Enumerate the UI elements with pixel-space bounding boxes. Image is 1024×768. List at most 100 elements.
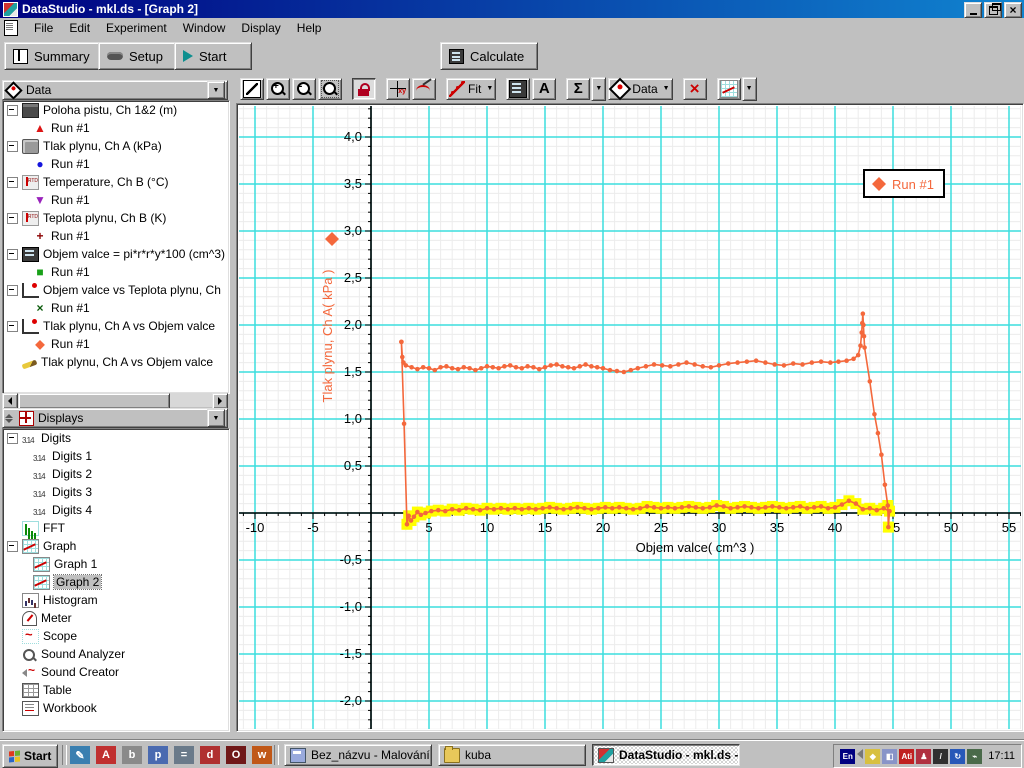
tree-item[interactable]: Objem valce = pi*r*r*y*100 (cm^3) [3, 245, 229, 263]
acrobat-icon[interactable]: A [96, 746, 116, 764]
tree-item[interactable]: Tlak plynu, Ch A (kPa) [3, 137, 229, 155]
tree-item[interactable]: Histogram [3, 591, 229, 609]
tree-item[interactable]: Digits 1 [3, 447, 229, 465]
delete-button[interactable]: × [683, 78, 707, 100]
zoom-in-button[interactable]: + [266, 78, 290, 100]
start-button[interactable]: Start [174, 42, 252, 70]
volume-icon[interactable] [857, 749, 863, 759]
tree-item[interactable]: Objem valce vs Teplota plynu, Ch [3, 281, 229, 299]
tree-item[interactable]: +Run #1 [3, 227, 229, 245]
tree-item[interactable]: Sound Creator [3, 663, 229, 681]
statistics-button-dropdown[interactable]: ▼ [591, 77, 606, 101]
graph-settings-button-dropdown[interactable]: ▼ [742, 77, 757, 101]
scale-to-fit-button[interactable] [240, 78, 264, 100]
tree-item[interactable]: Sound Analyzer [3, 645, 229, 663]
modem-icon[interactable]: ⌁ [967, 749, 982, 764]
task-button[interactable]: Bez_názvu - Malování [284, 744, 432, 766]
menu-window[interactable]: Window [175, 19, 234, 37]
update-icon[interactable]: ↻ [950, 749, 965, 764]
minimize-button[interactable] [964, 2, 982, 18]
dragon-icon[interactable]: d [200, 746, 220, 764]
collapse-toggle[interactable] [7, 249, 18, 260]
start-menu-button[interactable]: Start [2, 744, 58, 768]
slope-tool-button[interactable] [412, 78, 436, 100]
tree-item[interactable]: Temperature, Ch B (°C) [3, 173, 229, 191]
scroll-left-button[interactable] [2, 393, 18, 409]
scroll-right-button[interactable] [212, 393, 228, 409]
menu-experiment[interactable]: Experiment [98, 19, 175, 37]
graph-settings-button[interactable] [717, 78, 741, 100]
document-icon[interactable] [4, 20, 18, 36]
task-button[interactable]: DataStudio - mkl.ds - ... [592, 744, 740, 766]
drive-clock-icon[interactable]: ◧ [882, 749, 897, 764]
tree-item[interactable]: Poloha pistu, Ch 1&2 (m) [3, 101, 229, 119]
tree-item[interactable]: Graph [3, 537, 229, 555]
text-annotation-button[interactable]: A [532, 78, 556, 100]
menu-help[interactable]: Help [289, 19, 330, 37]
collapse-toggle[interactable] [7, 105, 18, 116]
collapse-toggle[interactable] [7, 433, 18, 444]
statistics-button[interactable]: Σ [566, 78, 590, 100]
collapse-toggle[interactable] [7, 285, 18, 296]
opera-icon[interactable]: O [226, 746, 246, 764]
tree-item[interactable]: Graph 2 [3, 573, 229, 591]
tree-item[interactable]: ■Run #1 [3, 263, 229, 281]
collapse-toggle[interactable] [7, 141, 18, 152]
data-menu-button[interactable]: Data▼ [608, 78, 672, 100]
zoom-select-button[interactable]: + [318, 78, 342, 100]
menu-display[interactable]: Display [233, 19, 288, 37]
scroll-thumb[interactable] [18, 393, 170, 409]
task-button[interactable]: kuba [438, 744, 586, 766]
tree-item[interactable]: ●Run #1 [3, 155, 229, 173]
lock-axes-button[interactable] [352, 78, 376, 100]
splitter-handle[interactable] [5, 414, 13, 423]
restore-button[interactable] [984, 2, 1002, 18]
tree-item[interactable]: Meter [3, 609, 229, 627]
tree-item[interactable]: Tlak plynu, Ch A vs Objem valce [3, 317, 229, 335]
tree-item[interactable]: ▲Run #1 [3, 119, 229, 137]
bird-icon[interactable]: b [122, 746, 142, 764]
collapse-toggle[interactable] [7, 541, 18, 552]
collapse-toggle[interactable] [7, 213, 18, 224]
calculate-button[interactable]: Calculate [440, 42, 538, 70]
ati-icon[interactable]: Ati [899, 749, 914, 764]
collapse-toggle[interactable] [7, 177, 18, 188]
tree-item[interactable]: Digits 2 [3, 465, 229, 483]
collapse-toggle[interactable] [7, 321, 18, 332]
tree-item[interactable]: ×Run #1 [3, 299, 229, 317]
show-desktop-icon[interactable]: ✎ [70, 746, 90, 764]
tree-item[interactable]: FFT [3, 519, 229, 537]
data-dropdown-button[interactable]: ▼ [207, 81, 225, 99]
graph-canvas[interactable]: -10-55101520253035404550554,03,53,02,52,… [239, 106, 1021, 729]
tree-item[interactable]: Table [3, 681, 229, 699]
setup-button[interactable]: Setup [98, 42, 182, 70]
power-icon[interactable]: / [933, 749, 948, 764]
agent-icon[interactable]: ♟ [916, 749, 931, 764]
calculator-button[interactable] [506, 78, 530, 100]
menu-edit[interactable]: Edit [61, 19, 98, 37]
summary-button[interactable]: Summary [4, 42, 108, 70]
tree-item[interactable]: Digits 3 [3, 483, 229, 501]
tree-item[interactable]: ◆Run #1 [3, 335, 229, 353]
language-indicator[interactable]: En [840, 749, 855, 764]
zoom-out-button[interactable]: - [292, 78, 316, 100]
tree-item[interactable]: Digits [3, 429, 229, 447]
tree-item[interactable]: Digits 4 [3, 501, 229, 519]
smart-tool-button[interactable] [386, 78, 410, 100]
scheduler-icon[interactable]: ◆ [865, 749, 880, 764]
displays-dropdown-button[interactable]: ▼ [207, 409, 225, 427]
tree-item[interactable]: ▼Run #1 [3, 191, 229, 209]
tree-item[interactable]: Scope [3, 627, 229, 645]
tree-item[interactable]: Tlak plynu, Ch A vs Objem valce [3, 353, 229, 371]
displays-panel-header[interactable]: Displays ▼ [2, 408, 228, 428]
menu-file[interactable]: File [26, 19, 61, 37]
winamp-icon[interactable]: w [252, 746, 272, 764]
tree-item[interactable]: Teplota plynu, Ch B (K) [3, 209, 229, 227]
paint-icon[interactable]: p [148, 746, 168, 764]
tree-item[interactable]: Workbook [3, 699, 229, 717]
tree-item[interactable]: Graph 1 [3, 555, 229, 573]
fit-menu-button[interactable]: Fit▼ [446, 78, 496, 100]
calculator-icon[interactable]: = [174, 746, 194, 764]
data-tree-hscrollbar[interactable] [2, 393, 228, 407]
data-panel-header[interactable]: Data ▼ [2, 80, 228, 100]
